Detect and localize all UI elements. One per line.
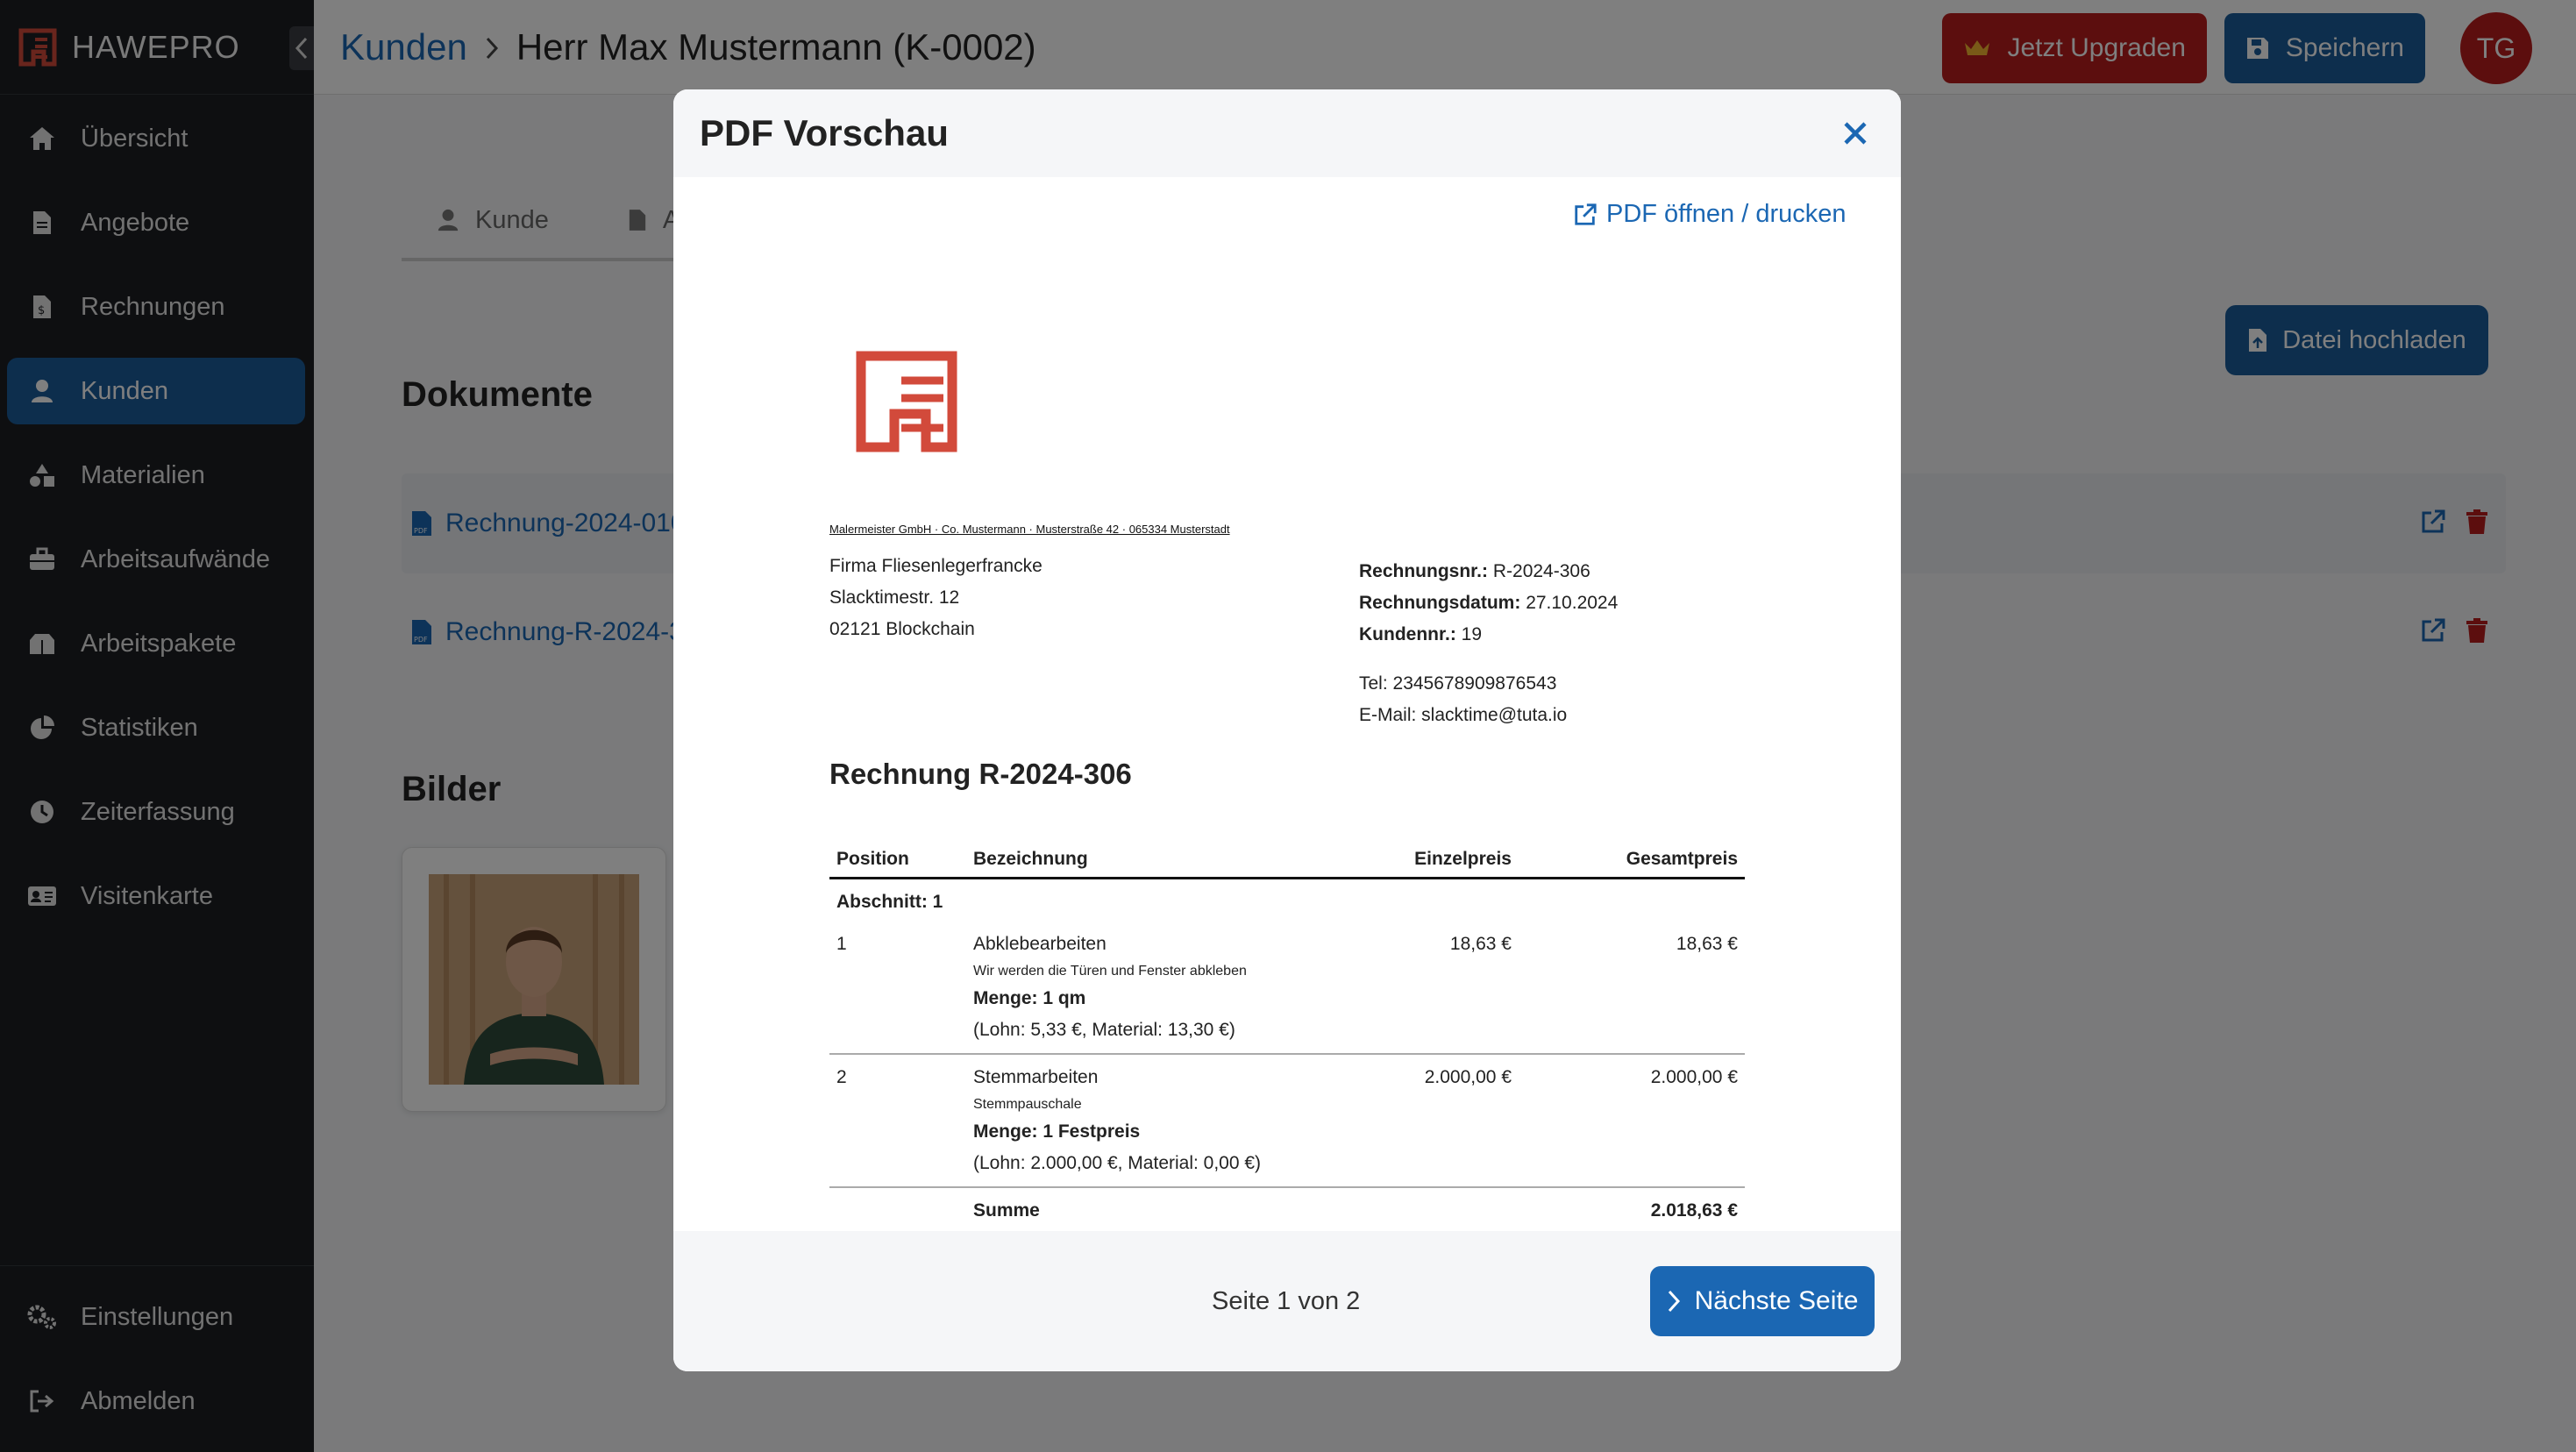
modal-title: PDF Vorschau: [700, 112, 949, 153]
close-button[interactable]: [1838, 116, 1873, 151]
table-row: 1 Abklebearbeiten Wir werden die Türen u…: [829, 922, 1745, 1055]
col-bezeichnung: Bezeichnung: [966, 842, 1396, 879]
sum-spacer: [829, 1187, 966, 1234]
sum-row: Summe 2.018,63 €: [829, 1187, 1745, 1234]
open-pdf-label: PDF öffnen / drucken: [1606, 200, 1847, 228]
page-indicator: Seite 1 von 2: [1212, 1287, 1361, 1315]
item-name: Stemmarbeiten: [973, 1067, 1099, 1087]
col-position: Position: [829, 842, 966, 879]
modal-header: PDF Vorschau: [673, 89, 1901, 177]
item-qty: Menge: 1 Festpreis: [973, 1121, 1141, 1142]
external-link-icon: [1573, 203, 1598, 227]
recipient-address: Firma Fliesenlegerfrancke Slacktimestr. …: [829, 551, 1042, 645]
item-detail: (Lohn: 5,33 €, Material: 13,30 €): [973, 1020, 1235, 1040]
item-desc: Stemmpauschale: [973, 1097, 1082, 1112]
row-total-price: 2.000,00 €: [1519, 1054, 1745, 1188]
invoice-title: Rechnung R-2024-306: [829, 758, 1132, 790]
invoice-date-line: Rechnungsdatum: 27.10.2024: [1359, 593, 1619, 613]
next-page-button[interactable]: Nächste Seite: [1650, 1266, 1875, 1336]
sum-spacer: [1396, 1187, 1519, 1234]
invoice-items-table: Position Bezeichnung Einzelpreis Gesamtp…: [829, 842, 1745, 1234]
table-header-row: Position Bezeichnung Einzelpreis Gesamtp…: [829, 842, 1745, 879]
sender-line: Malermeister GmbH · Co. Mustermann · Mus…: [829, 523, 1230, 536]
recipient-city: 02121 Blockchain: [829, 619, 975, 639]
invoice-number-line: Rechnungsnr.: R-2024-306: [1359, 561, 1590, 581]
sum-value: 2.018,63 €: [1650, 1200, 1738, 1221]
item-detail: (Lohn: 2.000,00 €, Material: 0,00 €): [973, 1153, 1262, 1173]
item-name: Abklebearbeiten: [973, 934, 1107, 954]
row-position: 1: [829, 922, 966, 1055]
item-desc: Wir werden die Türen und Fenster abklebe…: [973, 964, 1247, 979]
email: E-Mail: slacktime@tuta.io: [1359, 705, 1568, 725]
row-description: Stemmarbeiten Stemmpauschale Menge: 1 Fe…: [966, 1054, 1396, 1188]
invoice-contact: Tel: 2345678909876543 E-Mail: slacktime@…: [1359, 668, 1567, 731]
recipient-street: Slacktimestr. 12: [829, 587, 960, 608]
table-section-row: Abschnitt: 1: [829, 879, 1745, 922]
recipient-name: Firma Fliesenlegerfrancke: [829, 556, 1042, 576]
table-row: 2 Stemmarbeiten Stemmpauschale Menge: 1 …: [829, 1054, 1745, 1188]
row-total-price: 18,63 €: [1519, 922, 1745, 1055]
close-icon: [1844, 122, 1867, 145]
open-pdf-link[interactable]: PDF öffnen / drucken: [1573, 200, 2523, 229]
phone: Tel: 2345678909876543: [1359, 673, 1557, 694]
row-position: 2: [829, 1054, 966, 1188]
company-logo: [856, 351, 957, 452]
row-description: Abklebearbeiten Wir werden die Türen und…: [966, 922, 1396, 1055]
row-unit-price: 2.000,00 €: [1396, 1054, 1519, 1188]
row-unit-price: 18,63 €: [1396, 922, 1519, 1055]
sum-label: Summe: [973, 1200, 1040, 1221]
next-page-label: Nächste Seite: [1694, 1286, 1859, 1315]
invoice-meta: Rechnungsnr.: R-2024-306 Rechnungsdatum:…: [1359, 556, 1618, 651]
col-einzelpreis: Einzelpreis: [1396, 842, 1519, 879]
chevron-right-icon: [1667, 1290, 1681, 1313]
customer-number-line: Kundennr.: 19: [1359, 624, 1483, 644]
item-qty: Menge: 1 qm: [973, 988, 1086, 1008]
col-gesamtpreis: Gesamtpreis: [1519, 842, 1745, 879]
section-label: Abschnitt: 1: [836, 892, 943, 912]
